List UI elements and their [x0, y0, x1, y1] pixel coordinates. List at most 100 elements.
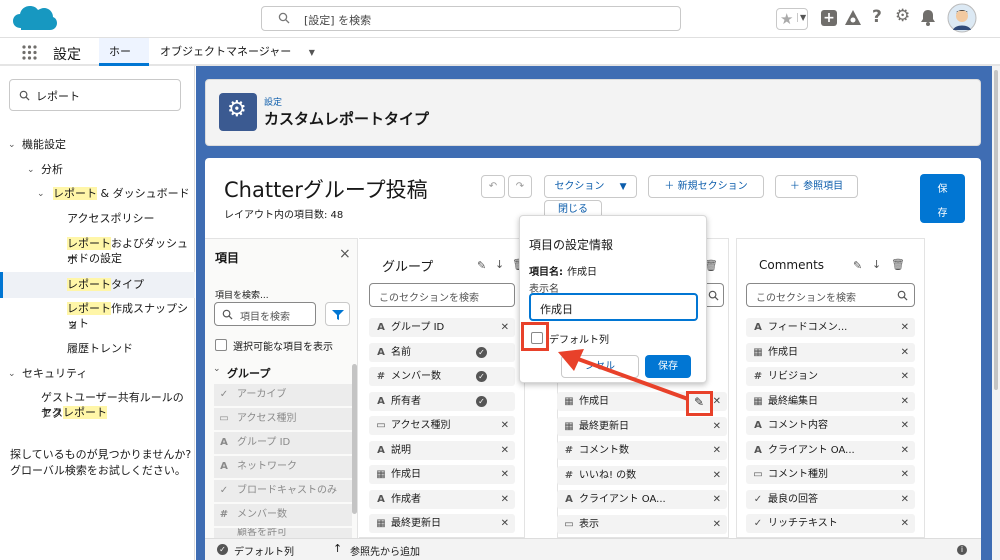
remove-field-icon[interactable]: ✕ — [901, 343, 909, 362]
remove-field-icon[interactable]: ✕ — [713, 490, 721, 509]
palette-field[interactable]: ✓ アーカイブ — [214, 384, 352, 406]
undo-button[interactable]: ↶ — [481, 175, 505, 198]
app-launcher-icon[interactable] — [22, 45, 37, 60]
layout-field[interactable]: ▦ 作成日 ✕ — [369, 465, 515, 484]
remove-field-icon[interactable]: ✕ — [501, 416, 509, 435]
section-search-input[interactable]: このセクションを検索 — [369, 283, 515, 307]
remove-field-icon[interactable]: ✕ — [501, 441, 509, 460]
layout-field[interactable]: ✓ リッチテキスト ✕ — [746, 514, 915, 533]
tree-item-analytics[interactable]: 分析 — [41, 162, 63, 178]
layout-field[interactable]: A 作成者 ✕ — [369, 489, 515, 509]
remove-field-icon[interactable]: ✕ — [501, 490, 509, 509]
layout-field[interactable]: A フィードコメン... ✕ — [746, 318, 915, 337]
gear-icon[interactable]: ⚙ — [895, 6, 910, 26]
chevron-down-icon[interactable]: ⌄ — [8, 137, 16, 153]
chevron-down-icon[interactable]: ⌄ — [37, 186, 45, 202]
palette-field[interactable]: 顧客を許可 — [214, 528, 352, 538]
remove-field-icon[interactable]: ✕ — [901, 392, 909, 411]
new-section-button[interactable]: ＋ 新規セクション — [648, 175, 764, 198]
display-name-value: 作成日 — [540, 303, 573, 316]
remove-field-icon[interactable]: ✕ — [901, 514, 909, 533]
layout-field[interactable]: ▦ 作成日 ✕ — [746, 342, 915, 362]
help-icon[interactable]: ? — [872, 7, 882, 27]
bell-icon[interactable] — [920, 9, 936, 26]
save-layout-button[interactable]: 保 存 — [920, 174, 965, 223]
info-icon[interactable]: i — [957, 545, 967, 555]
palette-scrollbar[interactable] — [352, 364, 357, 514]
show-selectable-checkbox[interactable] — [215, 339, 227, 351]
add-icon[interactable]: + — [821, 10, 837, 26]
delete-icon[interactable]: 🗑 — [891, 258, 905, 271]
edit-icon[interactable]: ✎ — [694, 395, 704, 409]
layout-field[interactable]: # コメント数 ✕ — [557, 441, 727, 460]
layout-field[interactable]: A 名前 ✓ — [369, 342, 515, 362]
layout-field[interactable]: ▦ 最終更新日 ✕ — [369, 514, 515, 533]
layout-field[interactable]: A クライアント OA... ✕ — [746, 440, 915, 460]
tab-object-manager[interactable]: オブジェクトマネージャー ▼ — [150, 38, 325, 66]
layout-field[interactable]: ▭ 表示 ✕ — [557, 514, 727, 534]
tree-item-access-policy[interactable]: アクセスポリシー — [67, 211, 154, 227]
chevron-down-icon[interactable]: ⌄ — [8, 366, 16, 382]
layout-field[interactable]: ▦ 最終更新日 ✕ — [557, 416, 727, 436]
layout-field[interactable]: ✓ 最良の回答 ✕ — [746, 489, 915, 509]
filter-button[interactable] — [325, 302, 350, 326]
remove-field-icon[interactable]: ✕ — [713, 515, 721, 534]
edit-icon[interactable]: ✎ — [477, 259, 486, 272]
layout-field[interactable]: # メンバー数 ✓ — [369, 367, 515, 386]
lookup-field-button[interactable]: ＋ 参照項目 — [775, 175, 858, 198]
section-search-input[interactable]: このセクションを検索 — [746, 283, 915, 307]
palette-field[interactable]: A ネットワーク — [214, 456, 352, 478]
tree-item-feature-settings[interactable]: 機能設定 — [22, 137, 66, 153]
remove-field-icon[interactable]: ✕ — [713, 392, 721, 411]
remove-field-icon[interactable]: ✕ — [901, 490, 909, 509]
layout-field[interactable]: A クライアント OA... ✕ — [557, 490, 727, 509]
remove-field-icon[interactable]: ✕ — [713, 441, 721, 460]
avatar[interactable] — [947, 3, 977, 33]
chevron-down-icon[interactable]: ⌄ — [27, 162, 35, 178]
palette-field[interactable]: A グループ ID — [214, 432, 352, 454]
chevron-down-icon[interactable]: ⌄ — [213, 364, 221, 374]
layout-field[interactable]: A 説明 ✕ — [369, 440, 515, 460]
tree-item-report-types[interactable]: レポートタイプ — [67, 277, 144, 293]
display-name-input[interactable]: 作成日 — [529, 293, 698, 321]
remove-field-icon[interactable]: ✕ — [713, 417, 721, 436]
layout-field[interactable]: A 所有者 ✓ — [369, 391, 515, 411]
edit-icon[interactable]: ✎ — [853, 259, 862, 272]
palette-field[interactable]: ✓ ブロードキャストのみ — [214, 480, 352, 502]
favorites-button[interactable]: ★ ▼ — [776, 8, 808, 30]
palette-field[interactable]: ▭ アクセス種別 — [214, 408, 352, 430]
layout-field[interactable]: # いいね! の数 ✕ — [557, 465, 727, 485]
global-search-input[interactable]: [設定] を検索 — [261, 6, 681, 31]
remove-field-icon[interactable]: ✕ — [901, 416, 909, 435]
layout-field[interactable]: ▦ 最終編集日 ✕ — [746, 391, 915, 411]
remove-field-icon[interactable]: ✕ — [501, 318, 509, 337]
redo-button[interactable]: ↷ — [508, 175, 532, 198]
layout-field[interactable]: ▭ コメント種別 ✕ — [746, 465, 915, 484]
quick-find-input[interactable]: レポート — [9, 79, 181, 111]
tree-item-security[interactable]: セキュリティ — [22, 366, 87, 382]
remove-field-icon[interactable]: ✕ — [713, 466, 721, 485]
remove-field-icon[interactable]: ✕ — [501, 514, 509, 533]
remove-field-icon[interactable]: ✕ — [501, 465, 509, 484]
field-search-input[interactable]: 項目を検索 — [214, 302, 316, 326]
breadcrumb[interactable]: 設定 — [264, 95, 282, 108]
remove-field-icon[interactable]: ✕ — [901, 441, 909, 460]
layout-field[interactable]: A コメント内容 ✕ — [746, 416, 915, 435]
tab-home[interactable]: ホーム — [99, 38, 149, 86]
tree-item-reports-dashboards[interactable]: レポート & ダッシュボード — [53, 186, 190, 202]
salesforce-logo[interactable] — [12, 4, 58, 34]
layout-field[interactable]: # リビジョン ✕ — [746, 367, 915, 386]
remove-field-icon[interactable]: ✕ — [901, 367, 909, 386]
layout-field[interactable]: A グループ ID ✕ — [369, 318, 515, 337]
remove-field-icon[interactable]: ✕ — [901, 465, 909, 484]
remove-field-icon[interactable]: ✕ — [901, 318, 909, 337]
tree-item-historical-trending[interactable]: 履歴トレンド — [67, 341, 133, 357]
section-button[interactable]: セクション ▼ — [544, 175, 637, 198]
arrow-down-icon[interactable]: ↓ — [495, 258, 504, 271]
palette-field[interactable]: # メンバー数 — [214, 504, 352, 526]
trailhead-icon[interactable] — [844, 9, 862, 27]
arrow-down-icon[interactable]: ↓ — [872, 258, 881, 271]
page-scrollbar[interactable] — [992, 66, 1000, 560]
close-icon[interactable]: × — [339, 246, 351, 262]
layout-field[interactable]: ▭ アクセス種別 ✕ — [369, 416, 515, 435]
